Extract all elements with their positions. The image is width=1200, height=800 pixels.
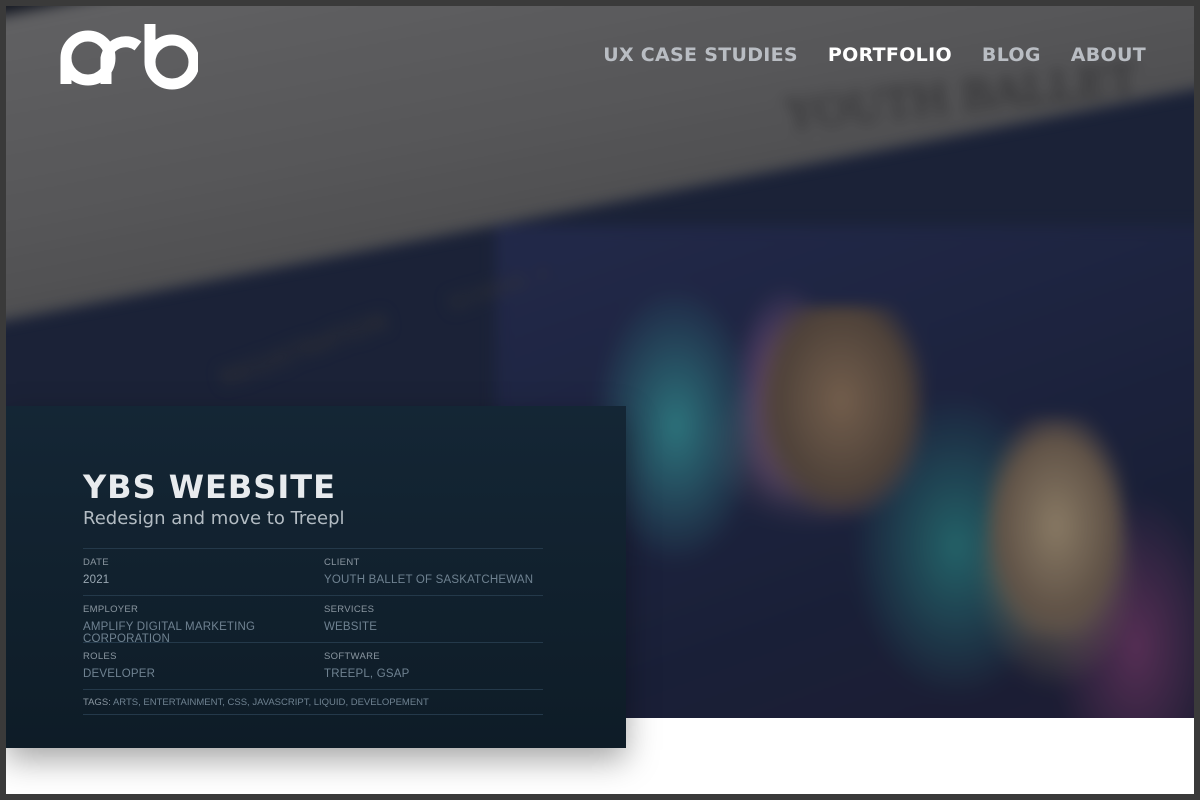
meta-services: SERVICES WEBSITE <box>324 596 543 642</box>
project-title: YBS WEBSITE <box>83 468 336 506</box>
meta-label: ROLES <box>83 651 117 662</box>
meta-value: WEBSITE <box>324 621 378 633</box>
meta-roles: ROLES DEVELOPER <box>83 643 324 689</box>
tag-link[interactable]: CSS <box>228 697 248 708</box>
project-info-panel: YBS WEBSITE Redesign and move to Treepl … <box>6 406 626 748</box>
nav-about[interactable]: ABOUT <box>1071 44 1146 66</box>
nav-blog[interactable]: BLOG <box>982 44 1041 66</box>
meta-employer: EMPLOYER AMPLIFY DIGITAL MARKETING CORPO… <box>83 596 324 645</box>
meta-client: CLIENT YOUTH BALLET OF SASKATCHEWAN <box>324 549 543 595</box>
meta-row: ROLES DEVELOPER SOFTWARE TREEPL, GSAP <box>83 642 543 689</box>
page-frame: YOUTH BALLET REGISTRATION SCHOOL + UX CA… <box>6 6 1194 794</box>
meta-value: AMPLIFY DIGITAL MARKETING CORPORATION <box>83 621 256 645</box>
tag-link[interactable]: LIQUID <box>314 697 346 708</box>
meta-label: EMPLOYER <box>83 604 139 615</box>
tag-link[interactable]: JAVASCRIPT <box>252 697 308 708</box>
tag-link[interactable]: DEVELOPEMENT <box>351 697 429 708</box>
project-meta-table: DATE 2021 CLIENT YOUTH BALLET OF SASKATC… <box>83 548 543 715</box>
tags-row: TAGS: ARTS, ENTERTAINMENT, CSS, JAVASCRI… <box>83 689 543 715</box>
tag-link[interactable]: ARTS <box>113 697 138 708</box>
meta-row: EMPLOYER AMPLIFY DIGITAL MARKETING CORPO… <box>83 595 543 645</box>
meta-value: TREEPL, GSAP <box>324 668 410 680</box>
meta-software: SOFTWARE TREEPL, GSAP <box>324 643 543 689</box>
tags-label: TAGS: <box>83 697 111 708</box>
project-subtitle: Redesign and move to Treepl <box>83 508 345 529</box>
main-nav: UX CASE STUDIES PORTFOLIO BLOG ABOUT <box>603 44 1146 66</box>
meta-date: DATE 2021 <box>83 549 324 595</box>
meta-value: DEVELOPER <box>83 668 156 680</box>
tag-link[interactable]: ENTERTAINMENT <box>143 697 222 708</box>
meta-label: SOFTWARE <box>324 651 380 662</box>
nav-portfolio[interactable]: PORTFOLIO <box>828 44 952 66</box>
meta-label: DATE <box>83 557 109 568</box>
nav-ux-case-studies[interactable]: UX CASE STUDIES <box>603 44 798 66</box>
site-logo[interactable] <box>58 18 200 90</box>
meta-value: 2021 <box>83 574 110 586</box>
meta-label: SERVICES <box>324 604 375 615</box>
meta-row: DATE 2021 CLIENT YOUTH BALLET OF SASKATC… <box>83 548 543 595</box>
meta-value: YOUTH BALLET OF SASKATCHEWAN <box>324 574 534 586</box>
meta-label: CLIENT <box>324 557 360 568</box>
drb-logo-icon <box>60 24 200 90</box>
